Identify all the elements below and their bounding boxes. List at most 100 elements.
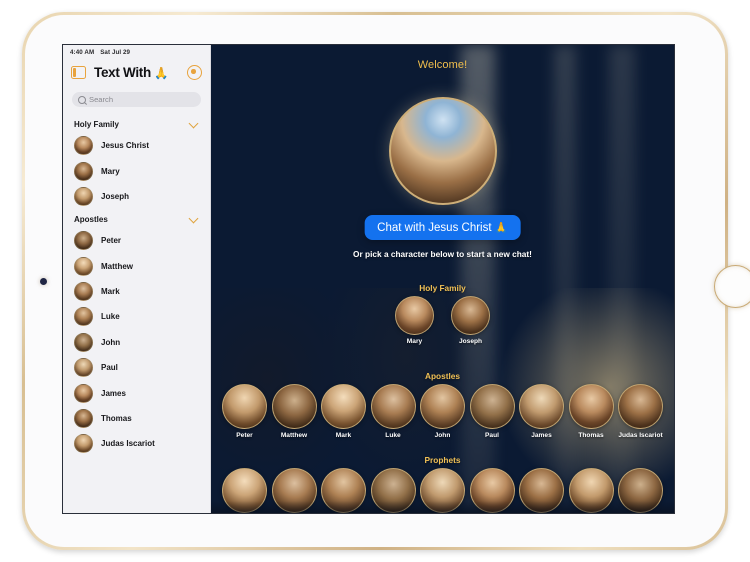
avatar <box>74 231 93 250</box>
avatar <box>519 384 564 429</box>
avatar <box>321 468 366 513</box>
section-title: Prophets <box>211 455 674 465</box>
avatar <box>470 384 515 429</box>
character-cell[interactable] <box>418 468 468 513</box>
character-cell[interactable]: Joseph <box>443 296 499 345</box>
avatar <box>420 468 465 513</box>
chevron-down-icon[interactable] <box>189 119 199 129</box>
app-title: Text With 🙏 <box>94 65 181 80</box>
chevron-down-icon[interactable] <box>189 214 199 224</box>
character-cell[interactable]: Paul <box>467 384 517 439</box>
list-item-label: Peter <box>101 236 121 245</box>
avatar <box>74 136 93 155</box>
screenshot-root: 4:40 AM Sat Jul 29 Text With 🙏 Search Ho… <box>0 0 750 562</box>
avatar <box>569 384 614 429</box>
list-item-label: Mark <box>101 287 120 296</box>
character-grid: Peter MatthewMarkLuke John Paul James Thomas J… <box>211 384 674 439</box>
search-icon <box>78 96 86 104</box>
section-holy-family: Holy Family Mary Joseph <box>211 283 674 345</box>
status-time: 4:40 AM <box>70 49 94 56</box>
avatar <box>74 434 93 453</box>
sidebar-group-header[interactable]: Holy Family <box>63 114 210 133</box>
character-cell[interactable] <box>517 468 567 513</box>
character-cell[interactable] <box>368 468 418 513</box>
list-item-label: Mary <box>101 167 120 176</box>
avatar <box>74 358 93 377</box>
character-cell[interactable]: Luke <box>368 384 418 439</box>
list-item-label: Jesus Christ <box>101 141 149 150</box>
section-title: Apostles <box>211 371 674 381</box>
character-cell[interactable]: Mark <box>319 384 369 439</box>
list-item[interactable]: Jesus Christ <box>63 133 210 158</box>
list-item[interactable]: Luke <box>63 304 210 329</box>
character-name: Judas Iscariot <box>618 432 662 439</box>
avatar <box>420 384 465 429</box>
list-item[interactable]: James <box>63 380 210 405</box>
front-camera <box>40 278 47 285</box>
list-item-label: Joseph <box>101 192 129 201</box>
avatar <box>74 384 93 403</box>
praying-hands-icon: 🙏 <box>154 68 168 80</box>
avatar <box>222 384 267 429</box>
character-cell[interactable]: Matthew <box>269 384 319 439</box>
sidebar-toggle-icon[interactable] <box>71 66 86 79</box>
avatar <box>74 333 93 352</box>
avatar <box>519 468 564 513</box>
character-cell[interactable] <box>566 468 616 513</box>
character-cell[interactable]: Mary <box>387 296 443 345</box>
character-cell[interactable]: Judas Iscariot <box>616 384 666 439</box>
search-input[interactable]: Search <box>72 92 201 107</box>
list-item[interactable]: Paul <box>63 355 210 380</box>
section-title: Holy Family <box>211 283 674 293</box>
character-cell[interactable]: Peter <box>220 384 270 439</box>
chat-button-label: Chat with Jesus Christ <box>377 222 491 234</box>
character-cell[interactable]: Thomas <box>566 384 616 439</box>
character-cell[interactable] <box>269 468 319 513</box>
sidebar-list[interactable]: Holy Family Jesus Christ Mary Joseph Apostle… <box>63 114 210 513</box>
character-name: Joseph <box>459 338 482 345</box>
chat-with-jesus-button[interactable]: Chat with Jesus Christ 🙏 <box>364 215 521 240</box>
character-name: John <box>435 432 451 439</box>
home-button[interactable] <box>714 265 750 308</box>
avatar <box>451 296 490 335</box>
avatar <box>222 468 267 513</box>
avatar <box>371 384 416 429</box>
list-item[interactable]: Matthew <box>63 254 210 279</box>
list-item[interactable]: Mark <box>63 279 210 304</box>
hero-avatar-jesus[interactable] <box>389 97 497 205</box>
avatar <box>618 384 663 429</box>
avatar <box>74 282 93 301</box>
list-item-label: Paul <box>101 363 118 372</box>
sidebar: 4:40 AM Sat Jul 29 Text With 🙏 Search Ho… <box>63 45 211 513</box>
sidebar-group-header[interactable]: Apostles <box>63 209 210 228</box>
list-item[interactable]: Joseph <box>63 184 210 209</box>
character-cell[interactable] <box>220 468 270 513</box>
character-cell[interactable]: John <box>418 384 468 439</box>
praying-hands-icon: 🙏 <box>495 222 508 234</box>
character-cell[interactable] <box>319 468 369 513</box>
list-item[interactable]: Thomas <box>63 406 210 431</box>
status-bar: 4:40 AM Sat Jul 29 <box>63 45 210 59</box>
welcome-heading: Welcome! <box>211 59 674 71</box>
list-item[interactable]: Judas Iscariot <box>63 431 210 456</box>
character-grid <box>211 468 674 513</box>
character-name: Peter <box>236 432 253 439</box>
character-name: Thomas <box>578 432 603 439</box>
list-item[interactable]: Mary <box>63 158 210 183</box>
avatar <box>618 468 663 513</box>
ipad-screen: 4:40 AM Sat Jul 29 Text With 🙏 Search Ho… <box>62 44 675 514</box>
character-cell[interactable] <box>616 468 666 513</box>
character-name: Paul <box>485 432 499 439</box>
main-pane: Welcome! Chat with Jesus Christ 🙏 Or pic… <box>211 45 674 513</box>
avatar <box>74 307 93 326</box>
search-container: Search <box>63 86 210 114</box>
list-item[interactable]: Peter <box>63 228 210 253</box>
list-item[interactable]: John <box>63 330 210 355</box>
character-cell[interactable] <box>467 468 517 513</box>
avatar <box>569 468 614 513</box>
sidebar-group-title: Apostles <box>74 215 108 224</box>
gear-icon[interactable] <box>187 65 202 80</box>
list-item-label: Matthew <box>101 262 133 271</box>
avatar <box>371 468 416 513</box>
character-cell[interactable]: James <box>517 384 567 439</box>
